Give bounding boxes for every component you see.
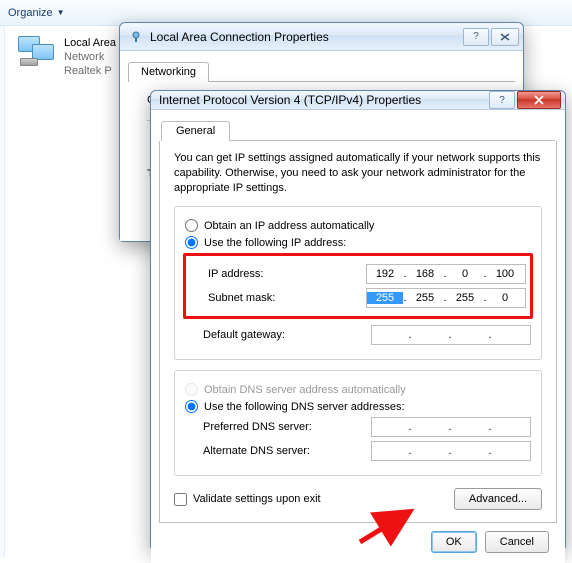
validate-checkbox[interactable] xyxy=(174,493,187,506)
radio-use-following-ip-label: Use the following IP address: xyxy=(204,237,346,249)
radio-obtain-dns-auto-input xyxy=(185,383,198,396)
ip-address-field[interactable]: 192. 168. 0. 100 xyxy=(366,264,526,284)
close-button[interactable] xyxy=(517,91,561,109)
close-button[interactable] xyxy=(491,28,519,46)
ip-octet-3[interactable]: 0 xyxy=(447,268,483,280)
tab-general[interactable]: General xyxy=(161,121,230,141)
highlight-box: IP address: 192. 168. 0. 100 Subnet mask… xyxy=(183,253,533,319)
radio-obtain-dns-auto: Obtain DNS server address automatically xyxy=(185,383,531,396)
validate-checkbox-row[interactable]: Validate settings upon exit xyxy=(174,493,321,506)
default-gateway-label: Default gateway: xyxy=(203,329,285,341)
radio-obtain-ip-auto[interactable]: Obtain an IP address automatically xyxy=(185,219,531,232)
dns-settings-group: Obtain DNS server address automatically … xyxy=(174,370,542,476)
help-button[interactable]: ? xyxy=(463,28,489,46)
description-text: You can get IP settings assigned automat… xyxy=(174,151,542,196)
radio-obtain-ip-auto-input[interactable] xyxy=(185,219,198,232)
network-connection-icon xyxy=(18,36,58,70)
connection-text: Local Area Network Realtek P xyxy=(64,36,116,78)
radio-use-following-dns-input[interactable] xyxy=(185,400,198,413)
radio-obtain-ip-auto-label: Obtain an IP address automatically xyxy=(204,220,374,232)
alternate-dns-label: Alternate DNS server: xyxy=(203,445,310,457)
organize-menu[interactable]: Organize ▼ xyxy=(8,7,65,19)
subnet-mask-label: Subnet mask: xyxy=(208,292,275,304)
subnet-octet-4[interactable]: 0 xyxy=(487,292,523,304)
ipv4-title: Internet Protocol Version 4 (TCP/IPv4) P… xyxy=(159,93,481,107)
tab-networking[interactable]: Networking xyxy=(128,62,209,82)
ip-settings-group: Obtain an IP address automatically Use t… xyxy=(174,206,542,360)
default-gateway-field[interactable]: . . . xyxy=(371,325,531,345)
subnet-octet-1[interactable]: 255 xyxy=(367,292,403,304)
preferred-dns-label: Preferred DNS server: xyxy=(203,421,312,433)
lan-titlebar[interactable]: Local Area Connection Properties ? xyxy=(120,23,523,51)
alternate-dns-field[interactable]: . . . xyxy=(371,441,531,461)
connection-adapter: Realtek P xyxy=(64,64,116,78)
ip-octet-4[interactable]: 100 xyxy=(487,268,523,280)
ok-button[interactable]: OK xyxy=(431,531,477,553)
explorer-sidebar xyxy=(0,26,5,557)
radio-use-following-dns-label: Use the following DNS server addresses: xyxy=(204,401,405,413)
ip-octet-1[interactable]: 192 xyxy=(367,268,403,280)
cancel-button[interactable]: Cancel xyxy=(485,531,549,553)
preferred-dns-field[interactable]: . . . xyxy=(371,417,531,437)
validate-label: Validate settings upon exit xyxy=(193,493,321,505)
organize-label: Organize xyxy=(8,7,53,19)
subnet-octet-3[interactable]: 255 xyxy=(447,292,483,304)
chevron-down-icon: ▼ xyxy=(57,8,65,17)
ip-octet-2[interactable]: 168 xyxy=(407,268,443,280)
radio-use-following-dns[interactable]: Use the following DNS server addresses: xyxy=(185,400,531,413)
connection-status: Network xyxy=(64,50,116,64)
ip-address-label: IP address: xyxy=(208,268,263,280)
connection-name: Local Area xyxy=(64,36,116,50)
microphone-icon xyxy=(128,29,144,45)
help-button[interactable]: ? xyxy=(489,91,515,109)
advanced-button[interactable]: Advanced... xyxy=(454,488,542,510)
lan-title: Local Area Connection Properties xyxy=(150,30,455,44)
ipv4-properties-window: Internet Protocol Version 4 (TCP/IPv4) P… xyxy=(150,90,566,550)
ipv4-titlebar[interactable]: Internet Protocol Version 4 (TCP/IPv4) P… xyxy=(151,91,565,110)
ipv4-body: General You can get IP settings assigned… xyxy=(151,110,565,563)
radio-use-following-ip-input[interactable] xyxy=(185,236,198,249)
connection-item[interactable]: Local Area Network Realtek P xyxy=(18,36,116,78)
subnet-mask-field[interactable]: 255. 255. 255. 0 xyxy=(366,288,526,308)
radio-obtain-dns-auto-label: Obtain DNS server address automatically xyxy=(204,384,406,396)
radio-use-following-ip[interactable]: Use the following IP address: xyxy=(185,236,531,249)
subnet-octet-2[interactable]: 255 xyxy=(407,292,443,304)
